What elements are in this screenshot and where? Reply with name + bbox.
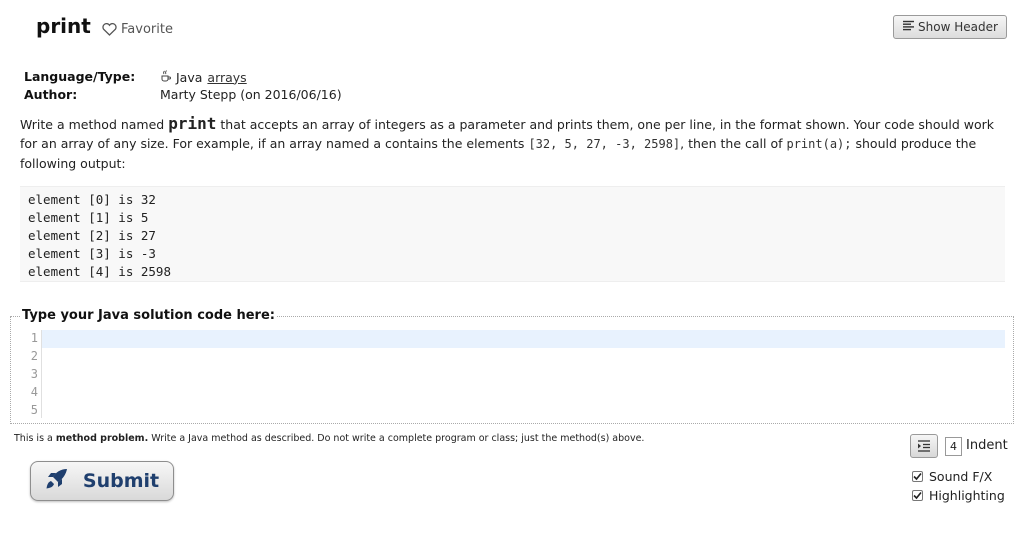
language-type-label: Language/Type: [24,69,136,84]
note-text: This is a [14,433,56,444]
sound-fx-label: Sound F/X [929,469,993,484]
note-text: Write a Java method as described. Do not… [148,433,645,444]
note-bold: method problem. [55,433,149,444]
submit-label: Submit [82,470,160,492]
favorite-button[interactable]: Favorite [102,22,173,37]
line-number: 1 [30,331,38,345]
lines-icon [902,20,915,34]
highlighting-label: Highlighting [929,488,1005,503]
language-type-value: Java arrays [160,69,247,85]
favorite-label: Favorite [121,22,173,37]
output-line: element [3] is -3 [28,246,156,261]
indent-label: Indent [966,438,1008,453]
active-line-highlight [42,330,1005,348]
line-number: 3 [30,367,38,381]
heart-icon [102,23,117,36]
expected-output: element [0] is 32 element [1] is 5 eleme… [20,186,1005,282]
highlighting-toggle[interactable]: Highlighting [912,488,1005,503]
example-array: [32, 5, 27, -3, 2598] [528,137,681,151]
line-number: 2 [30,349,38,363]
indent-size-input[interactable]: 4 [945,437,962,456]
author-value: Marty Stepp (on 2016/06/16) [160,87,342,102]
line-number: 4 [30,385,38,399]
arrays-link[interactable]: arrays [207,70,246,85]
output-line: element [4] is 2598 [28,264,171,279]
sound-fx-checkbox[interactable] [912,471,923,482]
author-label: Author: [24,87,78,102]
java-cup-icon [160,69,171,85]
highlighting-checkbox[interactable] [912,490,923,501]
show-header-label: Show Header [918,20,998,34]
page-title: print [36,14,91,38]
rocket-icon [45,468,69,495]
gutter-divider [41,330,42,418]
line-number: 5 [30,403,38,417]
description-text: Write a method named [20,117,169,132]
output-line: element [0] is 32 [28,192,156,207]
output-line: element [1] is 5 [28,210,149,225]
method-name: print [168,114,217,133]
output-line: element [2] is 27 [28,228,156,243]
indent-icon [917,437,931,456]
method-problem-note: This is a method problem. Write a Java m… [14,433,644,444]
submit-button[interactable]: Submit [30,461,174,501]
code-editor-legend: Type your Java solution code here: [20,308,277,323]
example-call: print(a); [786,137,852,151]
show-header-button[interactable]: Show Header [893,15,1007,39]
problem-description: Write a method named print that accepts … [20,114,1005,173]
indent-button[interactable] [910,434,938,458]
language-value: Java [176,69,203,85]
sound-fx-toggle[interactable]: Sound F/X [912,469,992,484]
description-text: , then the call of [680,136,787,151]
